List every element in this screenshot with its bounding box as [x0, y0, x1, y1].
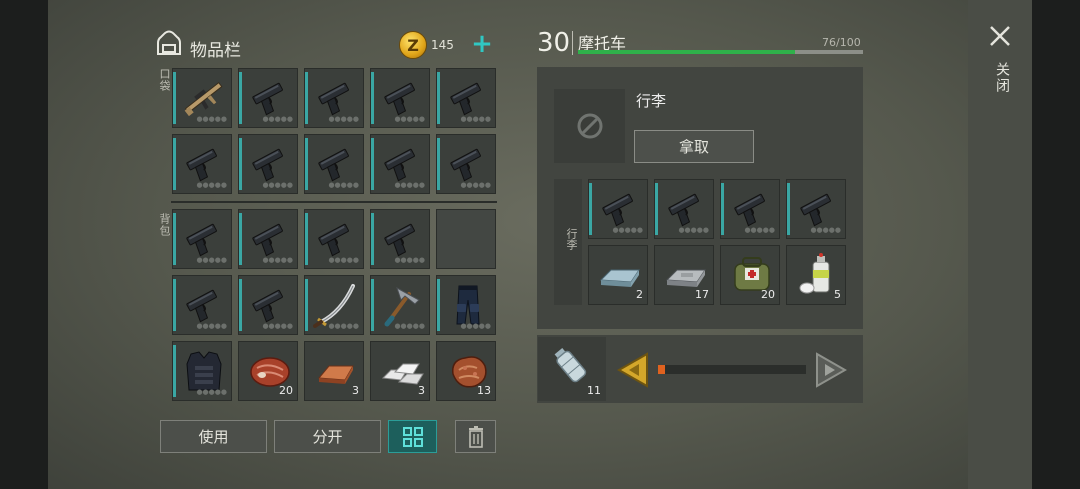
inventory-slot[interactable]: 13 [436, 341, 496, 401]
inventory-slot[interactable]: ●●●●● [786, 179, 846, 239]
inventory-slot[interactable]: 20 [238, 341, 298, 401]
durability-dots: ●●●●● [810, 226, 841, 234]
durability-dots: ●●●●● [678, 226, 709, 234]
inventory-slot[interactable]: ●●●●● [370, 275, 430, 335]
arrow-right-icon[interactable] [815, 352, 847, 388]
inventory-slot[interactable]: ●●●●● [172, 341, 232, 401]
inventory-slot[interactable]: ●●●●● [304, 209, 364, 269]
durability-dots: ●●●●● [196, 181, 227, 189]
item-quantity: 2 [636, 288, 643, 301]
inventory-slot[interactable]: ●●●●● [238, 68, 298, 128]
durability-dots: ●●●●● [394, 322, 425, 330]
inventory-slot[interactable]: 3 [370, 341, 430, 401]
durability-dots: ●●●●● [328, 115, 359, 123]
no-entry-icon [577, 113, 602, 139]
close-icon[interactable] [988, 24, 1012, 48]
item-quantity: 5 [834, 288, 841, 301]
durability-dots: ●●●●● [196, 388, 227, 396]
inventory-slot[interactable]: ●●●●● [304, 275, 364, 335]
durability-dots: ●●●●● [744, 226, 775, 234]
fuel-fill [658, 365, 666, 374]
take-button[interactable]: 拿取 [634, 130, 754, 163]
empty-slot[interactable] [436, 209, 496, 269]
coin-icon: Z [399, 31, 427, 59]
use-button[interactable]: 使用 [160, 420, 267, 453]
durability-dots: ●●●●● [460, 115, 491, 123]
add-coins-button[interactable]: + [470, 30, 494, 58]
inventory-slot[interactable]: ●●●●● [172, 68, 232, 128]
inventory-slot[interactable]: ●●●●● [436, 68, 496, 128]
durability-fill [578, 50, 795, 54]
header-separator [572, 31, 573, 55]
inventory-slot[interactable]: 17 [654, 245, 714, 305]
inventory-slot[interactable]: ●●●●● [720, 179, 780, 239]
grid-divider [171, 201, 497, 203]
inventory-slot[interactable]: ●●●●● [172, 134, 232, 194]
arrange-button[interactable] [388, 420, 437, 453]
durability-dots: ●●●●● [262, 322, 293, 330]
delete-button[interactable] [455, 420, 496, 453]
backpack-label: 背包 [158, 213, 171, 237]
durability-dots: ●●●●● [196, 322, 227, 330]
inventory-slot[interactable]: ●●●●● [238, 275, 298, 335]
cargo-side-label: 行李 [565, 228, 578, 250]
durability-dots: ●●●●● [328, 181, 359, 189]
inventory-slot[interactable]: 5 [786, 245, 846, 305]
item-quantity: 13 [477, 384, 491, 397]
trash-icon [468, 425, 483, 448]
durability-dots: ●●●●● [394, 115, 425, 123]
durability-dots: ●●●●● [612, 226, 643, 234]
durability-dots: ●●●●● [262, 115, 293, 123]
inventory-slot[interactable]: ●●●●● [654, 179, 714, 239]
durability-dots: ●●●●● [328, 322, 359, 330]
coin-count: 145 [431, 38, 454, 52]
inventory-slot[interactable]: ●●●●● [370, 134, 430, 194]
durability-dots: ●●●●● [262, 181, 293, 189]
inventory-title: 物品栏 [190, 41, 241, 61]
inventory-slot[interactable]: ●●●●● [172, 275, 232, 335]
inventory-slot[interactable]: 3 [304, 341, 364, 401]
inventory-slot[interactable]: ●●●●● [370, 68, 430, 128]
inventory-slot[interactable]: ●●●●● [304, 68, 364, 128]
inventory-slot[interactable]: ●●●●● [304, 134, 364, 194]
inventory-slot[interactable]: 20 [720, 245, 780, 305]
pocket-label: 口袋 [158, 68, 171, 92]
inventory-slot[interactable]: 2 [588, 245, 648, 305]
close-label[interactable]: 关闭 [992, 62, 1012, 94]
durability-dots: ●●●●● [196, 256, 227, 264]
arrow-left-icon[interactable] [617, 352, 649, 388]
item-quantity: 20 [761, 288, 775, 301]
inventory-slot[interactable]: ●●●●● [238, 209, 298, 269]
inventory-slot[interactable]: ●●●●● [238, 134, 298, 194]
backpack-icon [157, 30, 181, 55]
item-quantity: 17 [695, 288, 709, 301]
inventory-slot[interactable]: ●●●●● [172, 209, 232, 269]
cargo-title: 行李 [636, 92, 667, 110]
inventory-slot[interactable]: ●●●●● [588, 179, 648, 239]
durability-dots: ●●●●● [328, 256, 359, 264]
item-quantity: 3 [352, 384, 359, 397]
fuel-qty: 11 [587, 384, 601, 397]
item-quantity: 3 [418, 384, 425, 397]
durability-dots: ●●●●● [460, 181, 491, 189]
inventory-slot[interactable]: ●●●●● [370, 209, 430, 269]
durability-dots: ●●●●● [196, 115, 227, 123]
durability-dots: ●●●●● [262, 256, 293, 264]
durability-bar [578, 50, 863, 54]
split-button[interactable]: 分开 [274, 420, 381, 453]
item-quantity: 20 [279, 384, 293, 397]
vehicle-level: 30 [537, 28, 571, 58]
water-bottle-icon [554, 347, 587, 383]
fuel-slider[interactable] [658, 365, 806, 374]
inventory-slot[interactable]: ●●●●● [436, 134, 496, 194]
durability-dots: ●●●●● [460, 322, 491, 330]
durability-dots: ●●●●● [394, 256, 425, 264]
grid-icon [402, 426, 423, 447]
inventory-slot[interactable]: ●●●●● [436, 275, 496, 335]
durability-dots: ●●●●● [394, 181, 425, 189]
cargo-lock-card [554, 89, 625, 163]
durability-text: 76/100 [822, 36, 861, 49]
